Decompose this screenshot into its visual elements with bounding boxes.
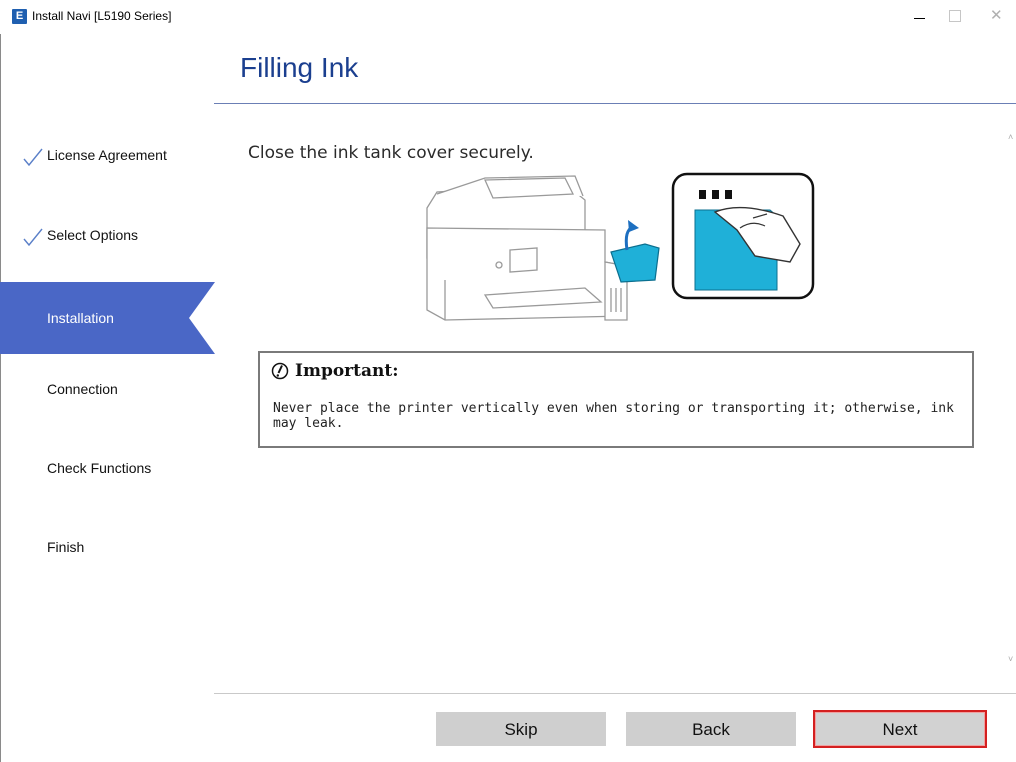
sidebar-item-label: License Agreement	[47, 147, 167, 163]
instruction-text: Close the ink tank cover securely.	[248, 143, 534, 163]
important-notice: Important: Never place the printer verti…	[258, 351, 974, 448]
close-button[interactable]: ✕	[990, 8, 1006, 24]
sidebar-item-finish: Finish	[0, 511, 215, 583]
page-title: Filling Ink	[240, 52, 359, 83]
sidebar-item-license-agreement: License Agreement	[0, 119, 215, 191]
sidebar-item-label: Connection	[47, 381, 118, 397]
active-step-pointer	[189, 282, 215, 354]
scrollbar[interactable]	[1006, 118, 1016, 678]
sidebar-item-label: Check Functions	[47, 460, 152, 476]
skip-button[interactable]: Skip	[436, 712, 606, 746]
scroll-down-icon[interactable]: ˅	[1008, 654, 1013, 664]
header-divider	[214, 103, 1016, 104]
title-bar[interactable]: E Install Navi [L5190 Series] ✕	[0, 0, 1016, 34]
installer-window: E Install Navi [L5190 Series] ✕ Filling …	[0, 0, 1016, 762]
footer-divider	[214, 693, 1016, 694]
sidebar-item-label: Installation	[47, 310, 114, 326]
printer-ink-tank-illustration	[426, 172, 815, 321]
next-button[interactable]: Next	[813, 710, 987, 748]
important-text: Never place the printer vertically even …	[273, 401, 954, 431]
check-icon	[23, 228, 43, 247]
sidebar-item-check-functions: Check Functions	[0, 432, 215, 504]
window-title: Install Navi [L5190 Series]	[32, 9, 172, 23]
important-title: Important:	[295, 361, 399, 381]
scroll-up-icon[interactable]: ˄	[1008, 132, 1013, 142]
maximize-button[interactable]	[948, 8, 964, 24]
sidebar-item-select-options: Select Options	[0, 199, 215, 271]
sidebar-item-label: Finish	[47, 539, 85, 555]
sidebar-item-installation: Installation	[0, 282, 215, 354]
minimize-button[interactable]	[912, 8, 928, 24]
sidebar-item-connection: Connection	[0, 353, 215, 425]
important-icon	[271, 362, 289, 380]
back-button[interactable]: Back	[626, 712, 796, 746]
check-icon	[23, 148, 43, 167]
app-icon: E	[12, 9, 27, 24]
sidebar-item-label: Select Options	[47, 227, 139, 243]
